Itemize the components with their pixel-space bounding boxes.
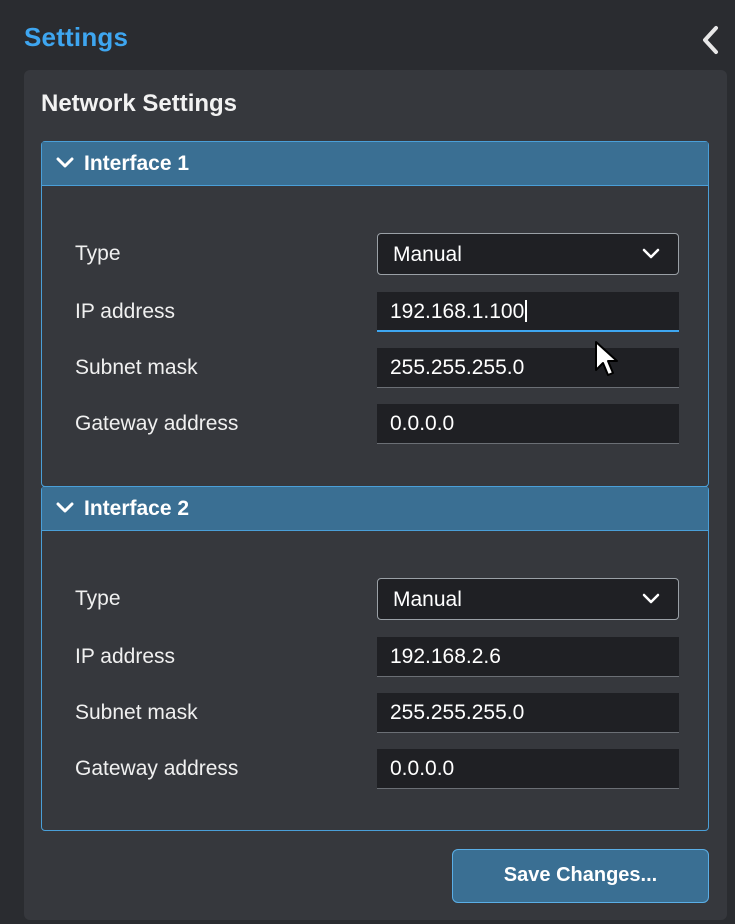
chevron-down-icon: [642, 248, 660, 259]
interface-2-header[interactable]: Interface 2: [42, 487, 708, 531]
type-select-value: Manual: [393, 588, 462, 611]
chevron-down-icon: [642, 593, 660, 604]
interface-2-title: Interface 2: [84, 497, 190, 520]
ip-address-input[interactable]: 192.168.2.6: [377, 637, 679, 677]
gateway-address-value: 0.0.0.0: [390, 757, 455, 780]
subnet-mask-label: Subnet mask: [75, 701, 198, 724]
ip-address-value: 192.168.1.100: [390, 300, 527, 324]
gateway-address-label: Gateway address: [75, 412, 239, 435]
subnet-mask-input[interactable]: 255.255.255.0: [377, 693, 679, 733]
type-select-value: Manual: [393, 243, 462, 266]
network-settings-panel: Network Settings Interface 1 Type Manual…: [24, 70, 727, 920]
title-bar: Settings: [0, 0, 735, 72]
panel-title: Network Settings: [41, 90, 238, 117]
interface-1-group: Interface 1 Type Manual IP address 192.1…: [41, 141, 709, 487]
ip-address-value: 192.168.2.6: [390, 645, 501, 668]
text-caret: [525, 300, 527, 322]
type-label: Type: [75, 587, 121, 610]
chevron-down-icon: [56, 502, 74, 513]
type-label: Type: [75, 242, 121, 265]
interface-1-header[interactable]: Interface 1: [42, 142, 708, 186]
gateway-address-input[interactable]: 0.0.0.0: [377, 749, 679, 789]
settings-title: Settings: [24, 22, 129, 52]
chevron-down-icon: [56, 157, 74, 168]
collapse-button[interactable]: [699, 24, 723, 56]
interface-1-title: Interface 1: [84, 152, 190, 175]
subnet-mask-input[interactable]: 255.255.255.0: [377, 348, 679, 388]
ip-address-input[interactable]: 192.168.1.100: [377, 292, 679, 332]
ip-address-label: IP address: [75, 645, 176, 668]
type-select[interactable]: Manual: [377, 233, 679, 275]
subnet-mask-value: 255.255.255.0: [390, 356, 525, 379]
subnet-mask-value: 255.255.255.0: [390, 701, 525, 724]
settings-window: Settings Network Settings Interface 1 Ty…: [0, 0, 735, 924]
gateway-address-label: Gateway address: [75, 757, 239, 780]
interface-2-group: Interface 2 Type Manual IP address 192.1…: [41, 486, 709, 831]
ip-address-label: IP address: [75, 300, 176, 323]
save-changes-button[interactable]: Save Changes...: [452, 849, 709, 903]
gateway-address-value: 0.0.0.0: [390, 412, 455, 435]
subnet-mask-label: Subnet mask: [75, 356, 198, 379]
gateway-address-input[interactable]: 0.0.0.0: [377, 404, 679, 444]
type-select[interactable]: Manual: [377, 578, 679, 620]
chevron-left-icon: [703, 26, 718, 54]
mouse-cursor-icon: [595, 341, 618, 376]
